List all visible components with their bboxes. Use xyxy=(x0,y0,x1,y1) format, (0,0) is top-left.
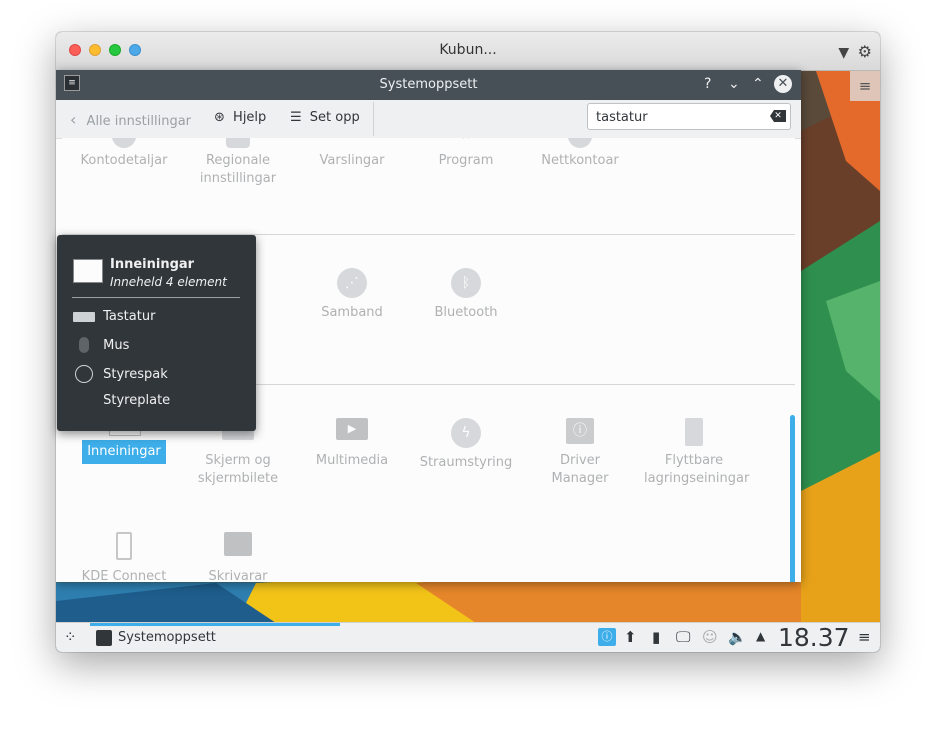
category-varslingar[interactable]: Varslingar xyxy=(302,138,402,170)
category-nettkontoar[interactable]: Nettkontoar xyxy=(530,138,630,170)
usb-icon xyxy=(685,418,703,446)
joystick-icon xyxy=(75,365,93,383)
category-regionale[interactable]: Regionale innstillingar xyxy=(188,138,288,188)
category-label: Kontodetaljar xyxy=(80,153,168,168)
category-label: Skjerm og skjermbilete xyxy=(197,453,279,486)
panel-menu-icon[interactable]: ≡ xyxy=(858,628,871,646)
clear-search-icon[interactable]: ✕ xyxy=(770,110,786,122)
multimedia-icon: ▶ xyxy=(336,418,368,440)
category-kontodetaljar[interactable]: Kontodetaljar xyxy=(74,138,174,170)
help-label: Hjelp xyxy=(233,110,267,125)
category-bluetooth[interactable]: ᛒ Bluetooth xyxy=(416,268,516,322)
category-label: Program xyxy=(438,153,494,168)
tooltip-item-label: Styreplate xyxy=(103,393,171,408)
maximize-chevron-icon[interactable]: ⌃ xyxy=(752,76,764,92)
info-tray-icon[interactable]: ⓘ xyxy=(598,628,616,646)
keyboard-icon xyxy=(73,311,95,322)
category-kde-connect[interactable]: KDE Connect xyxy=(74,532,174,582)
user-tray-icon[interactable]: ☺ xyxy=(702,628,718,646)
usb-tray-icon[interactable]: ▮ xyxy=(652,628,660,646)
settings-titlebar: ≡ Systemoppsett ? ⌄ ⌃ ✕ xyxy=(56,70,801,100)
category-label: Driver Manager xyxy=(551,453,609,486)
phone-icon xyxy=(116,532,132,560)
gear-icon[interactable]: ⚙ xyxy=(858,42,872,61)
toolbar-divider xyxy=(373,102,374,136)
star-icon: ★ xyxy=(416,138,516,152)
category-samband[interactable]: ⋰ Samband xyxy=(302,268,402,322)
setup-button[interactable]: ☰ Set opp xyxy=(290,110,360,125)
category-label: Skrivarar xyxy=(208,569,268,582)
update-tray-icon[interactable]: ⬆ xyxy=(624,628,637,646)
category-program[interactable]: ★ Program xyxy=(416,138,516,170)
outer-window-title: Kubun... xyxy=(439,42,497,58)
share-icon: ⋰ xyxy=(337,268,367,298)
notification-icon xyxy=(302,138,402,152)
task-active-indicator xyxy=(90,623,340,626)
category-label: Flyttbare lagringseiningar xyxy=(644,453,750,486)
category-label: KDE Connect xyxy=(81,569,167,582)
tooltip-item-mus: Mus xyxy=(73,337,129,353)
category-skrivarar[interactable]: Skrivarar xyxy=(188,532,288,582)
category-straumstyring[interactable]: ϟ Straumstyring xyxy=(416,418,516,472)
outer-window-controls[interactable]: ▼ ⚙ xyxy=(838,42,872,61)
hamburger-icon: ☰ xyxy=(290,110,302,125)
tooltip-item-styrespak: Styrespak xyxy=(73,365,168,383)
search-input[interactable] xyxy=(594,109,768,126)
setup-label: Set opp xyxy=(309,110,360,125)
category-label: Multimedia xyxy=(315,453,389,468)
minimize-chevron-icon[interactable]: ⌄ xyxy=(728,76,740,92)
lifebuoy-icon: ⊛ xyxy=(214,110,225,125)
back-label: Alle innstillingar xyxy=(86,114,192,129)
chevron-left-icon: ‹ xyxy=(70,110,77,129)
category-label: Regionale innstillingar xyxy=(199,153,277,186)
desktop-menu-icon[interactable]: ≡ xyxy=(850,71,880,101)
tray-expand-icon[interactable]: ▲ xyxy=(756,629,765,643)
tooltip-item-styreplate: Styreplate xyxy=(73,393,170,408)
tooltip-subtitle: Inneheld 4 element xyxy=(110,275,227,289)
category-label: Bluetooth xyxy=(434,305,498,320)
help-button[interactable]: ⊛ Hjelp xyxy=(214,110,266,125)
mouse-icon xyxy=(79,337,89,353)
region-icon xyxy=(226,138,250,148)
tooltip-item-label: Tastatur xyxy=(103,309,156,324)
power-icon: ϟ xyxy=(451,418,481,448)
tooltip-device-icon xyxy=(73,259,103,283)
category-driver-manager[interactable]: ⓘ Driver Manager xyxy=(530,418,630,488)
tooltip-item-label: Mus xyxy=(103,337,130,353)
launcher-icon[interactable]: ⁘ xyxy=(64,628,77,646)
category-label: Straumstyring xyxy=(419,455,513,470)
account-icon xyxy=(112,138,136,148)
inneiningar-tooltip: Inneiningar Inneheld 4 element Tastatur … xyxy=(57,235,256,431)
volume-tray-icon[interactable]: 🔈 xyxy=(728,628,747,646)
category-label: Varslingar xyxy=(319,153,385,168)
bluetooth-icon: ᛒ xyxy=(451,268,481,298)
outer-titlebar: Kubun... ▼ ⚙ xyxy=(56,32,880,71)
scrollbar-thumb[interactable] xyxy=(790,415,795,582)
driver-icon: ⓘ xyxy=(566,418,594,444)
dropdown-arrow-icon[interactable]: ▼ xyxy=(838,45,849,61)
settings-window-title: Systemoppsett xyxy=(379,77,478,92)
category-label: Nettkontoar xyxy=(541,153,619,168)
touchpad-icon xyxy=(73,396,95,406)
task-settings-icon xyxy=(96,630,112,646)
close-icon[interactable]: ✕ xyxy=(774,75,792,93)
task-systemoppsett[interactable]: Systemoppsett xyxy=(118,630,216,645)
web-account-icon xyxy=(568,138,592,148)
help-title-icon[interactable]: ? xyxy=(704,76,711,92)
category-multimedia[interactable]: ▶ Multimedia xyxy=(302,418,402,470)
printer-icon xyxy=(224,532,252,556)
tooltip-item-label: Styrespak xyxy=(103,366,168,382)
network-tray-icon[interactable]: 🖵 xyxy=(676,628,690,646)
tooltip-title: Inneiningar xyxy=(110,257,195,272)
category-label: Samband xyxy=(321,305,383,320)
taskbar: ⁘ Systemoppsett ⓘ ⬆ ▮ 🖵 ☺ 🔈 ▲ 18.37 ≡ xyxy=(56,622,880,652)
clock[interactable]: 18.37 xyxy=(778,623,850,652)
back-button[interactable]: ‹ Alle innstillingar xyxy=(70,110,191,129)
tooltip-item-tastatur: Tastatur xyxy=(73,309,155,324)
search-field[interactable]: ✕ xyxy=(587,103,791,130)
category-flyttbare[interactable]: Flyttbare lagringseiningar xyxy=(644,418,750,488)
tooltip-divider xyxy=(72,297,240,298)
settings-toolbar: ‹ Alle innstillingar ⊛ Hjelp ☰ Set opp ✕ xyxy=(56,100,801,139)
